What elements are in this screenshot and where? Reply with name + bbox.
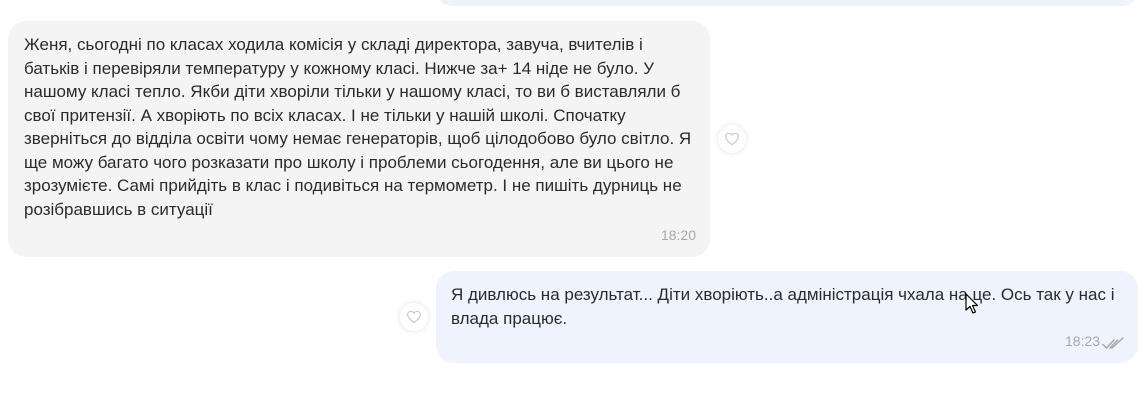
incoming-message-bubble[interactable]: Женя, сьогодні по класах ходила комісія … xyxy=(8,21,710,257)
message-time: 18:20 xyxy=(660,226,696,243)
double-check-icon xyxy=(1102,337,1124,349)
message-text: Женя, сьогодні по класах ходила комісія … xyxy=(24,35,696,219)
heart-icon xyxy=(725,132,739,146)
outgoing-message-bubble[interactable]: Я дивлюсь на результат... Діти хворіють.… xyxy=(436,271,1138,363)
chat-area: Женя, сьогодні по класах ходила комісія … xyxy=(0,0,1146,407)
like-button[interactable] xyxy=(718,125,746,153)
previous-outgoing-bubble-edge xyxy=(436,0,1138,6)
heart-icon xyxy=(407,310,421,324)
message-time: 18:23 xyxy=(1064,332,1100,349)
mouse-cursor-icon xyxy=(965,293,979,314)
like-button[interactable] xyxy=(400,303,428,331)
message-text: Я дивлюсь на результат... Діти хворіють.… xyxy=(451,285,1120,328)
